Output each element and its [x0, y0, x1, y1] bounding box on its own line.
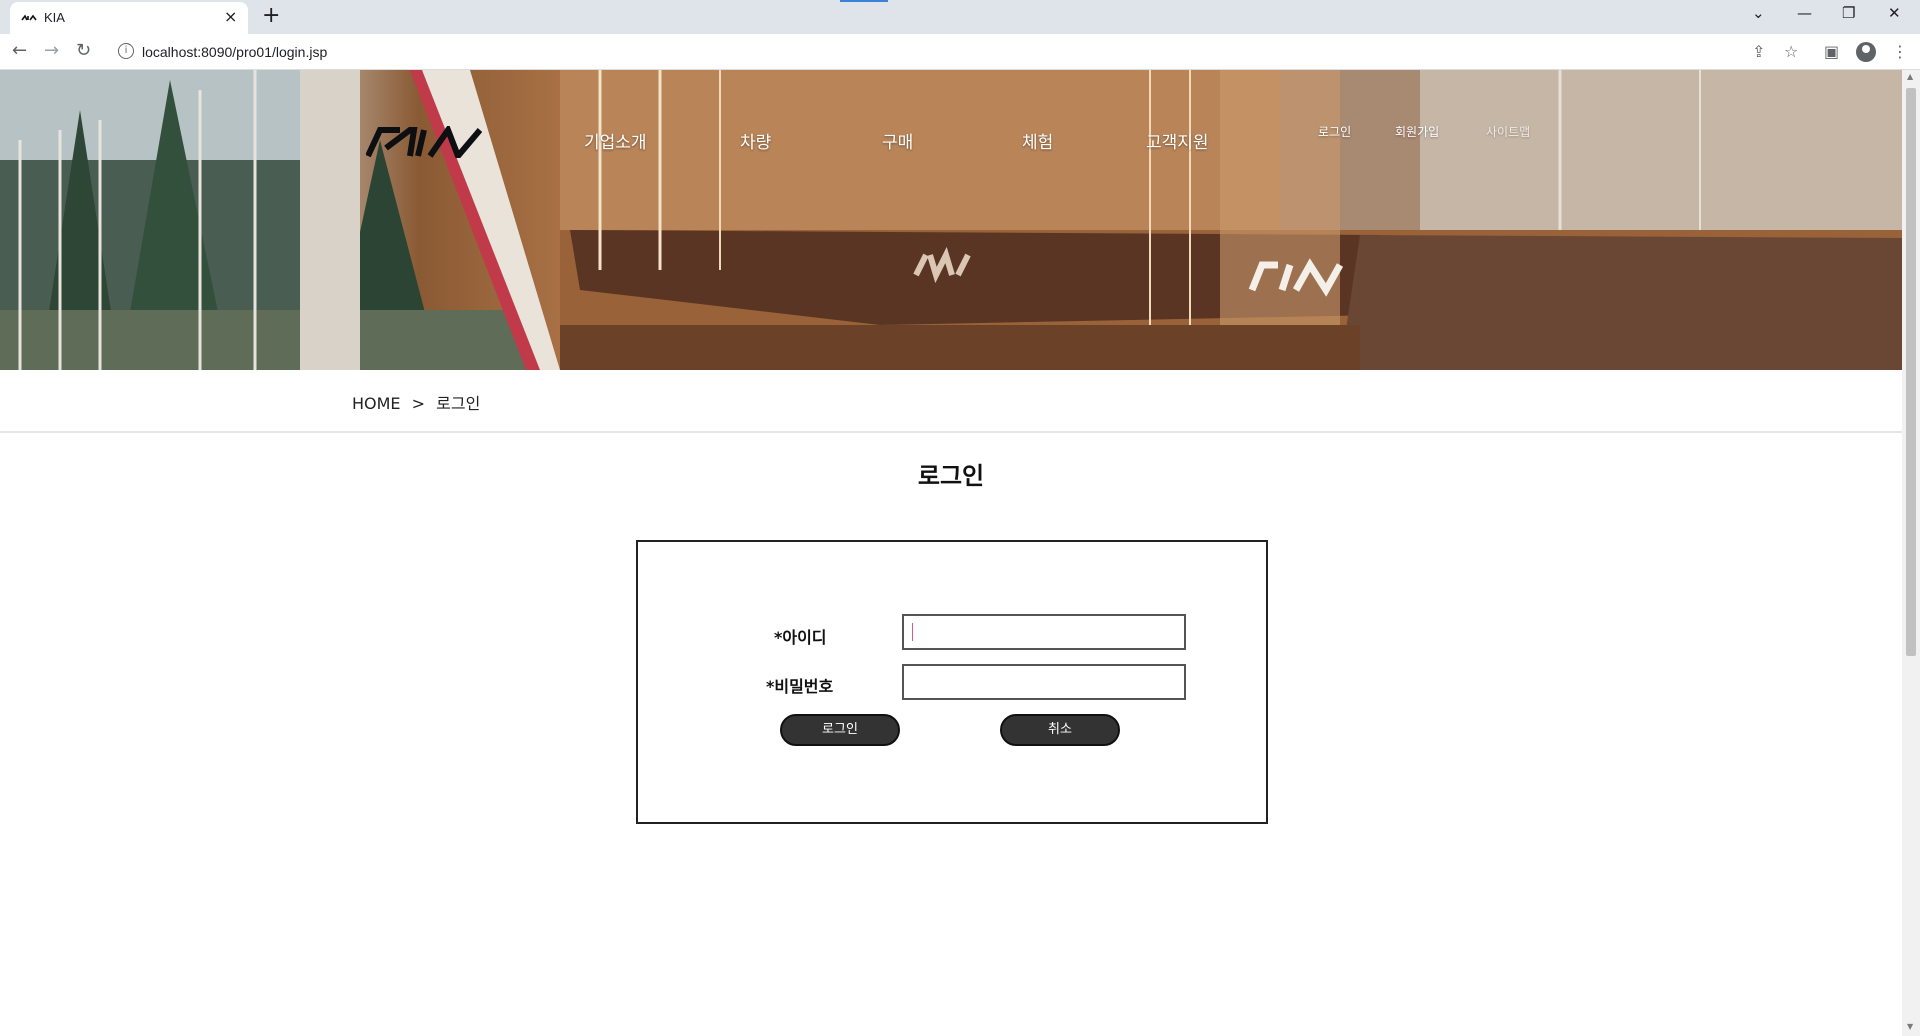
vertical-scrollbar[interactable]: ▲ ▼ [1902, 70, 1920, 1036]
gnb-experience[interactable]: 체험 [1022, 128, 1053, 153]
kia-favicon-icon [21, 14, 37, 21]
browser-toolbar: ← → ↻ i localhost:8090/pro01/login.jsp ⇪… [0, 34, 1920, 70]
gnb-purchase[interactable]: 구매 [882, 128, 913, 153]
gnb-vehicles[interactable]: 차량 [740, 128, 771, 153]
gnb-company[interactable]: 기업소개 [584, 128, 647, 153]
address-url[interactable]: localhost:8090/pro01/login.jsp [142, 44, 327, 60]
scroll-up-icon[interactable]: ▲ [1907, 72, 1913, 81]
password-input[interactable] [902, 664, 1186, 700]
id-input[interactable] [902, 614, 1186, 650]
login-form: *아이디 *비밀번호 로그인 취소 [636, 540, 1268, 824]
breadcrumb-current: 로그인 [436, 394, 481, 413]
kia-logo-icon[interactable] [366, 126, 482, 158]
side-panel-icon[interactable]: ▣ [1824, 42, 1839, 61]
forward-icon[interactable]: → [44, 40, 59, 61]
gnb-support[interactable]: 고객지원 [1146, 128, 1209, 153]
login-button[interactable]: 로그인 [780, 714, 900, 746]
reload-icon[interactable]: ↻ [76, 40, 91, 61]
browser-menu-icon[interactable]: ⋮ [1892, 42, 1908, 61]
tab-search-icon[interactable]: ⌄ [1752, 4, 1765, 22]
back-icon[interactable]: ← [12, 40, 27, 61]
text-caret [912, 623, 913, 641]
scroll-down-icon[interactable]: ▼ [1907, 1022, 1913, 1031]
share-icon[interactable]: ⇪ [1752, 42, 1765, 61]
breadcrumb: HOME > 로그인 [352, 390, 486, 414]
tab-activity-indicator [840, 0, 888, 2]
scrollbar-thumb[interactable] [1906, 88, 1916, 656]
site-info-icon[interactable]: i [118, 43, 134, 59]
restore-button[interactable]: ❐ [1842, 4, 1855, 22]
util-signup-link[interactable]: 회원가입 [1395, 123, 1439, 140]
util-sitemap-link[interactable]: 사이트맵 [1486, 123, 1530, 140]
tab-title: KIA [44, 10, 65, 25]
page-viewport: 기업소개 차량 구매 체험 고객지원 로그인 회원가입 사이트맵 HOME > … [0, 70, 1902, 1036]
browser-tab-bar: KIA × + ⌄ — ❐ ✕ [0, 0, 1920, 34]
page-title: 로그인 [917, 462, 985, 490]
breadcrumb-separator: > [411, 394, 426, 413]
new-tab-button[interactable]: + [262, 3, 280, 28]
profile-avatar-icon[interactable] [1856, 42, 1876, 62]
minimize-button[interactable]: — [1797, 4, 1812, 22]
id-label: *아이디 [774, 628, 827, 647]
header-hero-banner: 기업소개 차량 구매 체험 고객지원 로그인 회원가입 사이트맵 [0, 70, 1902, 370]
tab-close-icon[interactable]: × [224, 8, 237, 26]
cancel-button[interactable]: 취소 [1000, 714, 1120, 746]
hero-background-image [0, 70, 1902, 370]
util-login-link[interactable]: 로그인 [1318, 123, 1351, 140]
breadcrumb-divider [0, 431, 1902, 433]
password-label: *비밀번호 [766, 677, 834, 696]
close-window-button[interactable]: ✕ [1888, 4, 1901, 22]
bookmark-star-icon[interactable]: ☆ [1784, 42, 1798, 61]
address-bar[interactable]: i localhost:8090/pro01/login.jsp [110, 37, 1790, 67]
breadcrumb-home[interactable]: HOME [352, 394, 401, 413]
browser-tab[interactable]: KIA × [10, 2, 248, 34]
